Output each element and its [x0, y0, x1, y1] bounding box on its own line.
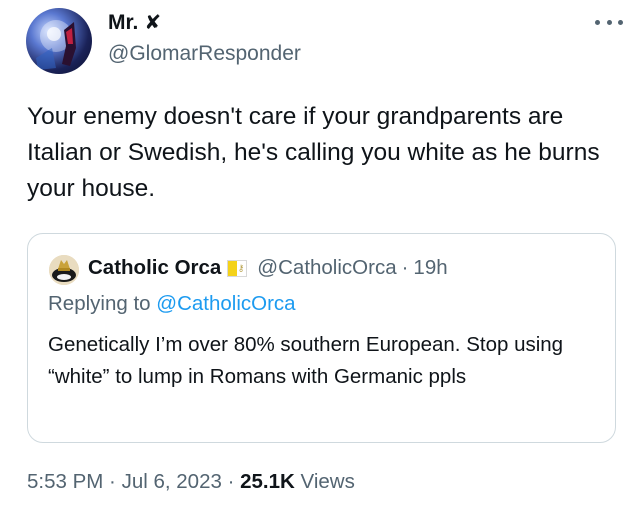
tweet-time[interactable]: 5:53 PM: [27, 470, 103, 493]
tweet-text: Your enemy doesn't care if your grandpar…: [27, 103, 600, 202]
quote-text: Genetically I’m over 80% southern Europe…: [48, 333, 564, 388]
quote-replying-to: Replying to @CatholicOrca: [48, 292, 296, 316]
more-dot: [618, 19, 623, 25]
author-display-name: Mr.: [108, 11, 139, 34]
author-avatar[interactable]: [26, 8, 92, 74]
author-handle[interactable]: @GlomarResponder: [108, 42, 301, 66]
x-mark-icon: ✘: [144, 12, 162, 34]
replying-prefix: Replying to: [48, 292, 157, 315]
more-dot: [606, 19, 612, 25]
meta-separator: ·: [221, 470, 241, 493]
avatar-image: [36, 20, 76, 70]
tweet-date[interactable]: Jul 6, 2023: [122, 470, 222, 493]
vatican-flag-icon: ⚷: [227, 259, 248, 277]
views-count[interactable]: 25.1K: [240, 470, 295, 493]
quote-author-handle[interactable]: @CatholicOrca: [257, 256, 396, 280]
tweet-card: Mr. ✘ @GlomarResponder Your enemy doesn'…: [0, 0, 643, 524]
quoted-tweet[interactable]: Catholic Orca ⚷ @CatholicOrca · 19h Repl…: [27, 233, 616, 443]
views-label: Views: [294, 470, 355, 493]
quote-author-name[interactable]: Catholic Orca: [88, 256, 221, 280]
more-dot: [595, 19, 600, 25]
author-name[interactable]: Mr. ✘: [108, 11, 161, 35]
more-options-icon[interactable]: [595, 12, 623, 32]
meta-separator: ·: [103, 470, 122, 493]
replying-handle-link[interactable]: @CatholicOrca: [156, 292, 295, 315]
quote-author-avatar[interactable]: [49, 255, 79, 285]
quote-avatar-image: [49, 255, 79, 285]
quote-separator: ·: [401, 256, 409, 279]
quote-header: Catholic Orca ⚷ @CatholicOrca · 19h: [88, 256, 448, 280]
tweet-meta: 5:53 PM · Jul 6, 2023 · 25.1K Views: [27, 470, 355, 494]
quote-timestamp[interactable]: 19h: [413, 256, 447, 280]
